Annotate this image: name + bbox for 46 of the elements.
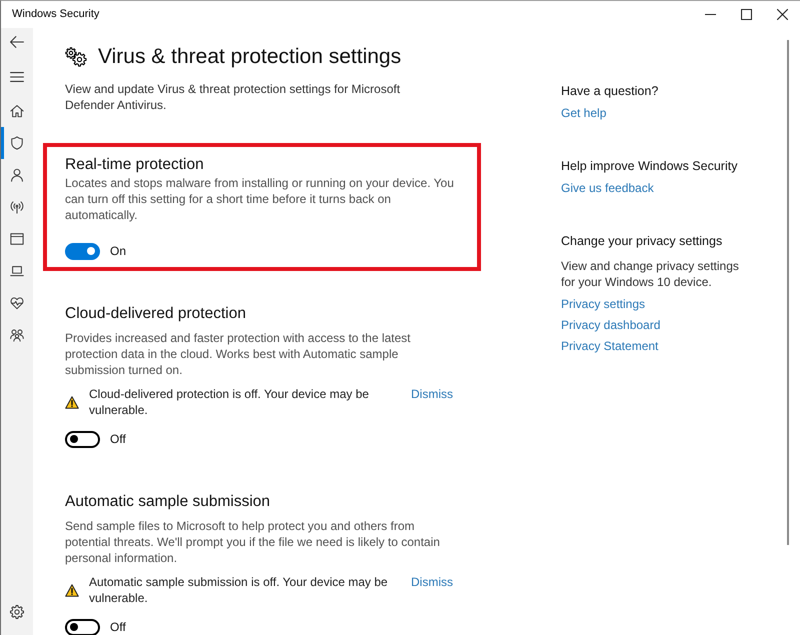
maximize-icon: [740, 9, 752, 20]
help-link[interactable]: Privacy settings: [561, 296, 646, 312]
toggle-switch[interactable]: [65, 430, 100, 448]
scrollbar-thumb[interactable]: [787, 40, 789, 545]
setting-description: Locates and stops malware from installing or running on your device. You can turn off this setting for a short time before it turns back on automatically.: [65, 175, 455, 223]
section-heading: Have a question?: [561, 83, 660, 99]
setting-title: Cloud-delivered protection: [65, 304, 247, 324]
back-arrow-icon: [10, 36, 24, 48]
menu-icon: [10, 72, 24, 82]
shield-icon: [10, 136, 24, 150]
window-title: Windows Security: [12, 7, 100, 22]
section-description: View and change privacy settings for your Windows 10 device.: [561, 258, 740, 290]
warning-message: Automatic sample submission is off. Your device may be vulnerable.: [89, 574, 389, 606]
warning-icon: [65, 584, 79, 596]
toggle-switch[interactable]: [65, 242, 100, 260]
dismiss-link[interactable]: Dismiss: [411, 386, 453, 402]
antenna-icon: [10, 200, 24, 214]
gear-icon: [10, 605, 24, 619]
help-link[interactable]: Give us feedback: [561, 180, 654, 196]
page-title: Virus & threat protection settings: [98, 44, 402, 70]
minimize-icon: [704, 14, 716, 15]
setting-title: Real-time protection: [65, 155, 205, 175]
setting-description: Send sample files to Microsoft to help protect you and others from potential threats. We'll prompt you if the file we need is likely to contain personal information.: [65, 518, 441, 566]
page-description: View and update Virus & threat protection settings for Microsoft Defender Antivirus.: [64, 81, 402, 113]
dismiss-link[interactable]: Dismiss: [411, 574, 453, 590]
section-heading: Help improve Windows Security: [561, 158, 738, 174]
toggle-switch[interactable]: [65, 618, 100, 635]
laptop-icon: [10, 264, 24, 278]
toggle-label: Off: [110, 619, 126, 635]
people-icon: [10, 328, 24, 342]
person-icon: [10, 168, 24, 182]
warning-icon: [65, 396, 79, 408]
warning-message: Cloud-delivered protection is off. Your device may be vulnerable.: [89, 386, 370, 418]
setting-title: Automatic sample submission: [65, 492, 272, 512]
toggle-label: On: [110, 243, 126, 260]
help-link[interactable]: Privacy Statement: [561, 338, 658, 354]
section-heading: Change your privacy settings: [561, 233, 724, 249]
browser-window-icon: [10, 232, 24, 246]
help-link[interactable]: Privacy dashboard: [561, 317, 660, 333]
help-link[interactable]: Get help: [561, 105, 606, 121]
setting-description: Provides increased and faster protection with access to the latest protection data in the cloud. Works best with Automatic sample submission turned on.: [65, 330, 412, 378]
home-icon: [10, 104, 24, 118]
close-icon: [776, 9, 788, 20]
gears-icon: [65, 47, 87, 67]
heart-pulse-icon: [10, 296, 24, 310]
toggle-label: Off: [110, 431, 126, 448]
